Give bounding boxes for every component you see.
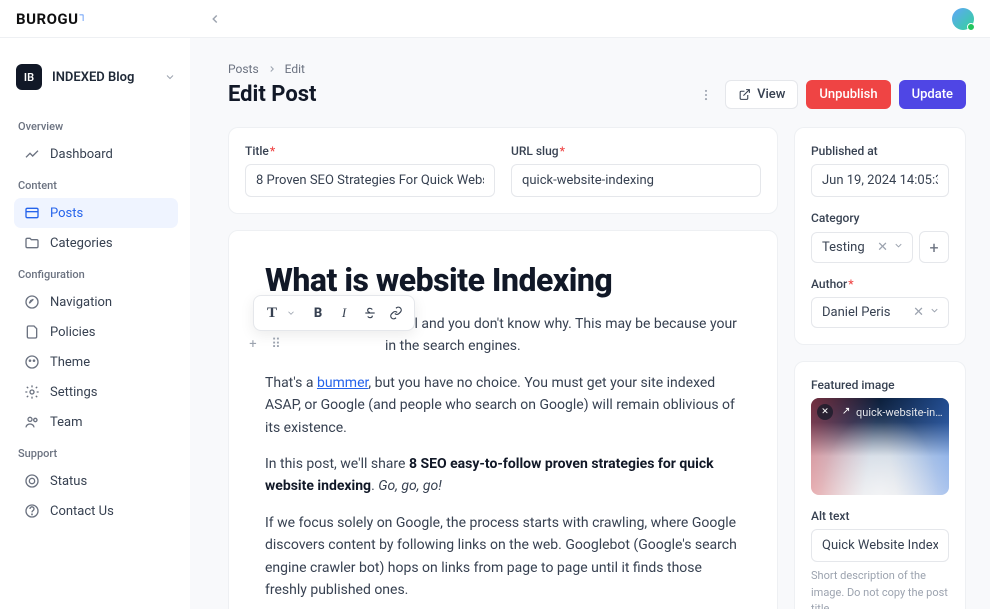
workspace-badge: IB bbox=[16, 64, 42, 90]
chevron-right-icon bbox=[267, 64, 277, 74]
section-configuration: Configuration bbox=[18, 268, 178, 281]
text-toolbar: T B I bbox=[253, 295, 415, 331]
chevron-down-icon[interactable] bbox=[286, 308, 296, 318]
button-label: View bbox=[757, 87, 785, 102]
featured-image-label: Featured image bbox=[811, 378, 949, 392]
tag-label: Testing bbox=[822, 240, 865, 255]
breadcrumb: Posts Edit bbox=[228, 62, 966, 76]
clear-icon[interactable]: ✕ bbox=[877, 240, 888, 255]
sidebar-item-team[interactable]: Team bbox=[14, 407, 178, 437]
chevron-down-icon[interactable] bbox=[893, 240, 904, 255]
external-link-icon bbox=[738, 88, 751, 101]
sidebar-item-label: Status bbox=[50, 474, 87, 489]
sidebar-item-policies[interactable]: Policies bbox=[14, 317, 178, 347]
insert-block-button[interactable]: + bbox=[245, 336, 261, 352]
sidebar-item-label: Categories bbox=[50, 236, 113, 251]
help-icon bbox=[24, 503, 40, 519]
sidebar-item-label: Posts bbox=[50, 206, 83, 221]
compass-icon bbox=[24, 294, 40, 310]
image-filename: quick-website-ind… bbox=[856, 406, 943, 419]
breadcrumb-posts[interactable]: Posts bbox=[228, 62, 259, 76]
button-label: Update bbox=[912, 87, 953, 102]
paragraph[interactable]: That's a bummer, but you have no choice.… bbox=[265, 372, 741, 439]
author-select[interactable]: Daniel Peris ✕ bbox=[811, 297, 949, 328]
view-button[interactable]: View bbox=[725, 80, 798, 109]
alt-text-input[interactable] bbox=[811, 529, 949, 562]
sidebar-item-label: Theme bbox=[50, 355, 90, 370]
trend-icon bbox=[24, 146, 40, 162]
section-content: Content bbox=[18, 179, 178, 192]
sidebar-item-label: Team bbox=[50, 415, 83, 430]
sidebar-item-label: Navigation bbox=[50, 295, 112, 310]
published-at-input[interactable] bbox=[811, 164, 949, 197]
category-label: Category bbox=[811, 211, 949, 225]
palette-icon bbox=[24, 354, 40, 370]
bold-button[interactable]: B bbox=[306, 301, 330, 325]
slug-label: URL slug bbox=[511, 144, 761, 158]
breadcrumb-edit: Edit bbox=[285, 62, 305, 76]
clear-icon[interactable]: ✕ bbox=[913, 305, 924, 320]
back-icon[interactable] bbox=[208, 12, 222, 26]
sidebar-item-categories[interactable]: Categories bbox=[14, 228, 178, 258]
workspace-name: INDEXED Blog bbox=[52, 70, 154, 85]
published-at-label: Published at bbox=[811, 144, 949, 158]
sidebar-item-contact-us[interactable]: Contact Us bbox=[14, 496, 178, 526]
chevron-down-icon bbox=[164, 71, 176, 83]
title-label: Title bbox=[245, 144, 495, 158]
section-overview: Overview bbox=[18, 120, 178, 133]
title-input[interactable] bbox=[245, 164, 495, 197]
alt-help-text: Short description of the image. Do not c… bbox=[811, 568, 949, 609]
italic-button[interactable]: I bbox=[332, 301, 356, 325]
document-icon bbox=[24, 324, 40, 340]
author-label: Author bbox=[811, 277, 949, 291]
featured-image-preview[interactable]: ✕ quick-website-ind… bbox=[811, 398, 949, 495]
sidebar-item-theme[interactable]: Theme bbox=[14, 347, 178, 377]
text-type-button[interactable]: T bbox=[260, 301, 284, 325]
update-button[interactable]: Update bbox=[899, 80, 966, 109]
paragraph[interactable]: In this post, we'll share 8 SEO easy-to-… bbox=[265, 453, 741, 498]
posts-icon bbox=[24, 205, 40, 221]
sidebar-item-dashboard[interactable]: Dashboard bbox=[14, 139, 178, 169]
user-avatar[interactable] bbox=[952, 8, 974, 30]
chevron-down-icon[interactable] bbox=[929, 305, 940, 320]
link-button[interactable] bbox=[384, 301, 408, 325]
gear-icon bbox=[24, 384, 40, 400]
sidebar-item-label: Settings bbox=[50, 385, 97, 400]
section-support: Support bbox=[18, 447, 178, 460]
users-icon bbox=[24, 414, 40, 430]
link[interactable]: bummer bbox=[317, 375, 368, 391]
external-link-icon[interactable] bbox=[839, 407, 850, 418]
alt-text-label: Alt text bbox=[811, 509, 949, 523]
button-label: Unpublish bbox=[819, 87, 877, 102]
remove-image-button[interactable]: ✕ bbox=[817, 404, 833, 420]
drag-handle[interactable]: ⠿ bbox=[267, 336, 283, 352]
folder-icon bbox=[24, 235, 40, 251]
sidebar-item-status[interactable]: Status bbox=[14, 466, 178, 496]
sidebar-item-label: Policies bbox=[50, 325, 95, 340]
document-title[interactable]: What is website Indexing bbox=[265, 261, 741, 299]
page-title: Edit Post bbox=[228, 82, 317, 107]
unpublish-button[interactable]: Unpublish bbox=[806, 80, 890, 109]
paragraph[interactable]: If we focus solely on Google, the proces… bbox=[265, 512, 741, 602]
app-logo: BUROGU bbox=[16, 10, 87, 28]
sidebar-item-label: Contact Us bbox=[50, 504, 114, 519]
add-category-button[interactable]: + bbox=[919, 231, 949, 263]
strike-button[interactable] bbox=[358, 301, 382, 325]
sidebar-item-posts[interactable]: Posts bbox=[14, 198, 178, 228]
tag-label: Daniel Peris bbox=[822, 305, 891, 320]
status-icon bbox=[24, 473, 40, 489]
more-menu[interactable] bbox=[695, 84, 717, 106]
sidebar-item-label: Dashboard bbox=[50, 147, 113, 162]
slug-input[interactable] bbox=[511, 164, 761, 197]
category-select[interactable]: Testing ✕ bbox=[811, 232, 913, 263]
sidebar-item-navigation[interactable]: Navigation bbox=[14, 287, 178, 317]
sidebar-item-settings[interactable]: Settings bbox=[14, 377, 178, 407]
workspace-switcher[interactable]: IB INDEXED Blog bbox=[14, 62, 178, 110]
